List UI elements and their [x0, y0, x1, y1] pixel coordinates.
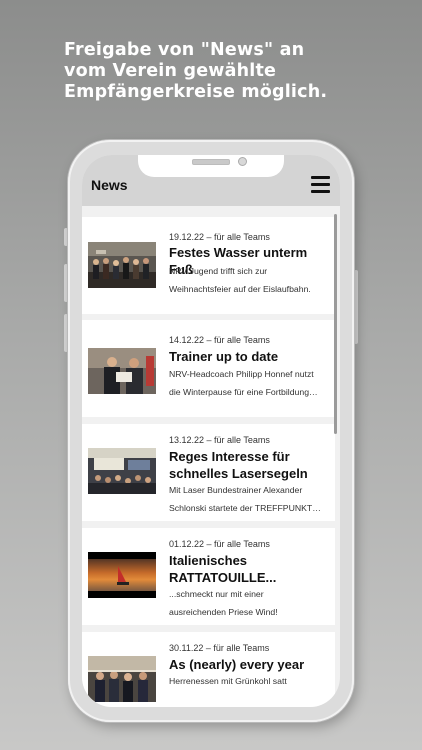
phone-side-button-right [354, 270, 358, 344]
news-title-line: Italienisches [169, 553, 248, 568]
news-desc-line: Mit Laser Bundestrainer Alexander [169, 485, 303, 495]
news-meta: 01.12.22 – für alle Teams [169, 539, 270, 549]
hamburger-icon[interactable] [311, 176, 330, 194]
camera-icon [238, 157, 247, 166]
news-desc-line: ausreichenden Priese Wind! [169, 607, 278, 617]
news-desc-line: Herrenessen mit Grünkohl satt [169, 676, 287, 686]
news-desc-line: Weihnachtsfeier auf der Eislaufbahn. [169, 284, 311, 294]
news-title-line: RATTATOUILLE... [169, 570, 277, 585]
news-desc-line: NRV-Headcoach Philipp Honnef nutzt [169, 369, 314, 379]
phone-notch [138, 155, 284, 177]
promo-line-2: vom Verein gewählte [64, 61, 277, 81]
promo-line-1: Freigabe von "News" an [64, 40, 305, 60]
news-title: Trainer up to date [169, 349, 279, 364]
news-title: As (nearly) every year [169, 657, 305, 672]
news-meta: 13.12.22 – für alle Teams [169, 435, 270, 445]
news-meta: 30.11.22 – für alle Teams [169, 643, 270, 653]
news-desc-line: die Winterpause für eine Fortbildung… [169, 387, 318, 397]
news-desc-line: Schlonski startete der TREFFPUNKT… [169, 503, 321, 513]
news-item[interactable]: 30.11.22 – für alle Teams As (nearly) ev… [82, 632, 335, 707]
news-thumbnail [88, 448, 156, 494]
speaker-icon [192, 159, 230, 165]
phone-screen: News 19.12.22 – für alle Teams Festes Wa… [82, 155, 340, 707]
news-list: 19.12.22 – für alle Teams Festes Wasser … [82, 211, 340, 707]
news-title-line: Reges Interesse für [169, 449, 290, 464]
news-item[interactable]: 19.12.22 – für alle Teams Festes Wasser … [82, 217, 335, 314]
news-item[interactable]: 14.12.22 – für alle Teams Trainer up to … [82, 320, 335, 417]
news-title-line: schnelles Lasersegeln [169, 466, 308, 481]
news-item[interactable]: 01.12.22 – für alle Teams Italienisches … [82, 528, 335, 625]
news-meta: 19.12.22 – für alle Teams [169, 232, 270, 242]
news-thumbnail [88, 242, 156, 288]
promo-text: Freigabe von "News" an vom Verein gewähl… [64, 40, 394, 103]
news-desc-line: NRV Jugend trifft sich zur [169, 266, 268, 276]
news-thumbnail [88, 552, 156, 598]
news-item[interactable]: 13.12.22 – für alle Teams Reges Interess… [82, 424, 335, 521]
news-desc-line: ...schmeckt nur mit einer [169, 589, 264, 599]
news-meta: 14.12.22 – für alle Teams [169, 335, 270, 345]
page-title: News [91, 177, 128, 193]
news-thumbnail [88, 656, 156, 702]
news-thumbnail [88, 348, 156, 394]
scrollbar[interactable] [334, 214, 337, 434]
promo-line-3: Empfängerkreise möglich. [64, 82, 328, 102]
